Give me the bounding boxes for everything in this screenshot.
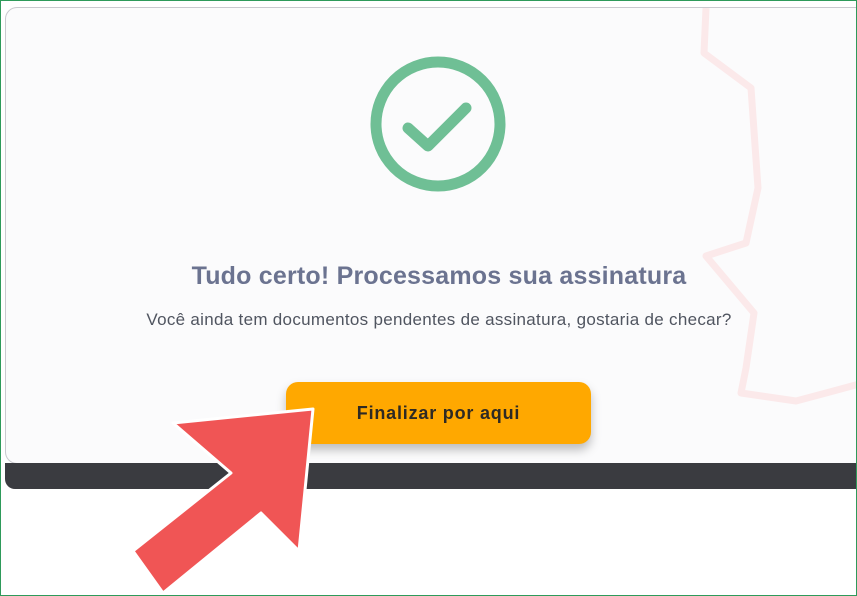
finalize-button[interactable]: Finalizar por aqui — [286, 382, 591, 444]
confirmation-message: Você ainda tem documentos pendentes de a… — [146, 310, 732, 329]
card-footer-bar — [5, 463, 856, 489]
confirmation-card: Tudo certo! Processamos sua assinatura V… — [5, 7, 856, 464]
check-circle-icon — [370, 56, 506, 192]
confirmation-title: Tudo certo! Processamos sua assinatura — [191, 262, 687, 290]
app-frame: Tudo certo! Processamos sua assinatura V… — [0, 0, 857, 596]
